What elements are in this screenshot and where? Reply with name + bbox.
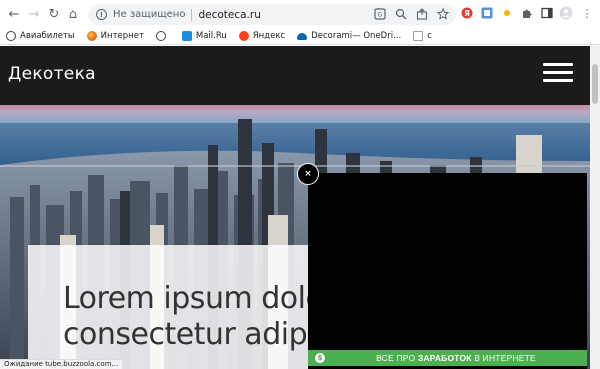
side-panel-icon[interactable] bbox=[540, 6, 554, 20]
firefox-icon bbox=[86, 31, 97, 41]
hamburger-menu-icon[interactable] bbox=[543, 63, 573, 83]
globe-icon bbox=[6, 31, 16, 41]
bookmark-item[interactable]: Авиабилеты bbox=[6, 31, 75, 41]
site-logo[interactable]: Декотека bbox=[8, 64, 96, 84]
page-scrollbar[interactable] bbox=[590, 46, 600, 369]
bookmark-item[interactable]: c bbox=[413, 31, 432, 41]
globe-icon bbox=[155, 31, 166, 41]
translate-icon[interactable]: G bbox=[373, 7, 387, 21]
bookmark-label: Авиабилеты bbox=[20, 31, 75, 41]
dollar-icon: $ bbox=[315, 353, 325, 363]
svg-text:G: G bbox=[378, 12, 383, 19]
scrollbar-thumb[interactable] bbox=[592, 64, 598, 104]
url-text[interactable]: decoteca.ru bbox=[198, 9, 260, 21]
bookmark-label: Decorami— OneDri... bbox=[311, 31, 402, 41]
omnibox-actions: G bbox=[373, 7, 450, 21]
onedrive-cloud-icon bbox=[297, 32, 308, 40]
profile-avatar-icon[interactable] bbox=[559, 6, 573, 20]
ad-close-button[interactable]: × bbox=[297, 163, 319, 185]
bookmark-label: Интернет bbox=[100, 31, 144, 41]
bookmark-label: c bbox=[427, 31, 432, 41]
svg-text:Я: Я bbox=[464, 9, 470, 18]
security-warning-icon[interactable]: ! bbox=[96, 9, 107, 20]
bookmark-item[interactable] bbox=[155, 31, 170, 41]
bookmark-item[interactable]: Mail.Ru bbox=[181, 31, 227, 41]
yandex-icon bbox=[238, 31, 249, 41]
bookmark-item[interactable]: Decorami— OneDri... bbox=[297, 31, 401, 41]
extension-dot-icon[interactable] bbox=[500, 6, 514, 20]
bookmarks-bar: Авиабилеты Интернет Mail.Ru Яндекс Decor… bbox=[0, 28, 600, 45]
browser-window: ← → ↻ ⌂ ! Не защищено decoteca.ru G Я ⋮ … bbox=[0, 0, 600, 369]
extension-square-icon[interactable] bbox=[480, 6, 494, 20]
address-bar[interactable]: ! Не защищено decoteca.ru G bbox=[88, 4, 456, 25]
omnibox-divider bbox=[191, 8, 193, 21]
page-icon bbox=[413, 31, 424, 41]
browser-menu-icon[interactable]: ⋮ bbox=[580, 6, 594, 20]
home-button[interactable]: ⌂ bbox=[63, 4, 83, 24]
browser-toolbar: ← → ↻ ⌂ ! Не защищено decoteca.ru G Я ⋮ bbox=[0, 0, 600, 28]
video-ad-popup[interactable] bbox=[308, 173, 587, 369]
bookmark-label: Mail.Ru bbox=[195, 31, 227, 41]
bookmark-item[interactable]: Интернет bbox=[86, 31, 144, 41]
ad-banner-text: ВСЕ ПРО ЗАРАБОТОК В ИНТЕРНЕТЕ bbox=[376, 353, 536, 363]
share-icon[interactable] bbox=[415, 7, 429, 21]
bookmark-star-icon[interactable] bbox=[436, 7, 450, 21]
loading-status: Ожидание tube.buzzoola.com... bbox=[0, 359, 124, 369]
site-header: Декотека bbox=[0, 46, 590, 105]
bookmark-item[interactable]: Яндекс bbox=[238, 31, 286, 41]
hero-title: Lorem ipsum dolo consectetur adipis bbox=[63, 281, 331, 352]
yandex-extension-icon[interactable]: Я bbox=[460, 6, 474, 20]
forward-button[interactable]: → bbox=[24, 4, 44, 24]
zoom-icon[interactable] bbox=[394, 7, 408, 21]
reload-button[interactable]: ↻ bbox=[44, 4, 64, 24]
bookmark-label: Яндекс bbox=[252, 31, 286, 41]
extensions-puzzle-icon[interactable] bbox=[520, 6, 534, 20]
back-button[interactable]: ← bbox=[4, 4, 24, 24]
mailru-icon bbox=[181, 31, 192, 41]
security-status-text[interactable]: Не защищено bbox=[113, 9, 185, 20]
ad-banner[interactable]: $ ВСЕ ПРО ЗАРАБОТОК В ИНТЕРНЕТЕ bbox=[308, 350, 587, 366]
